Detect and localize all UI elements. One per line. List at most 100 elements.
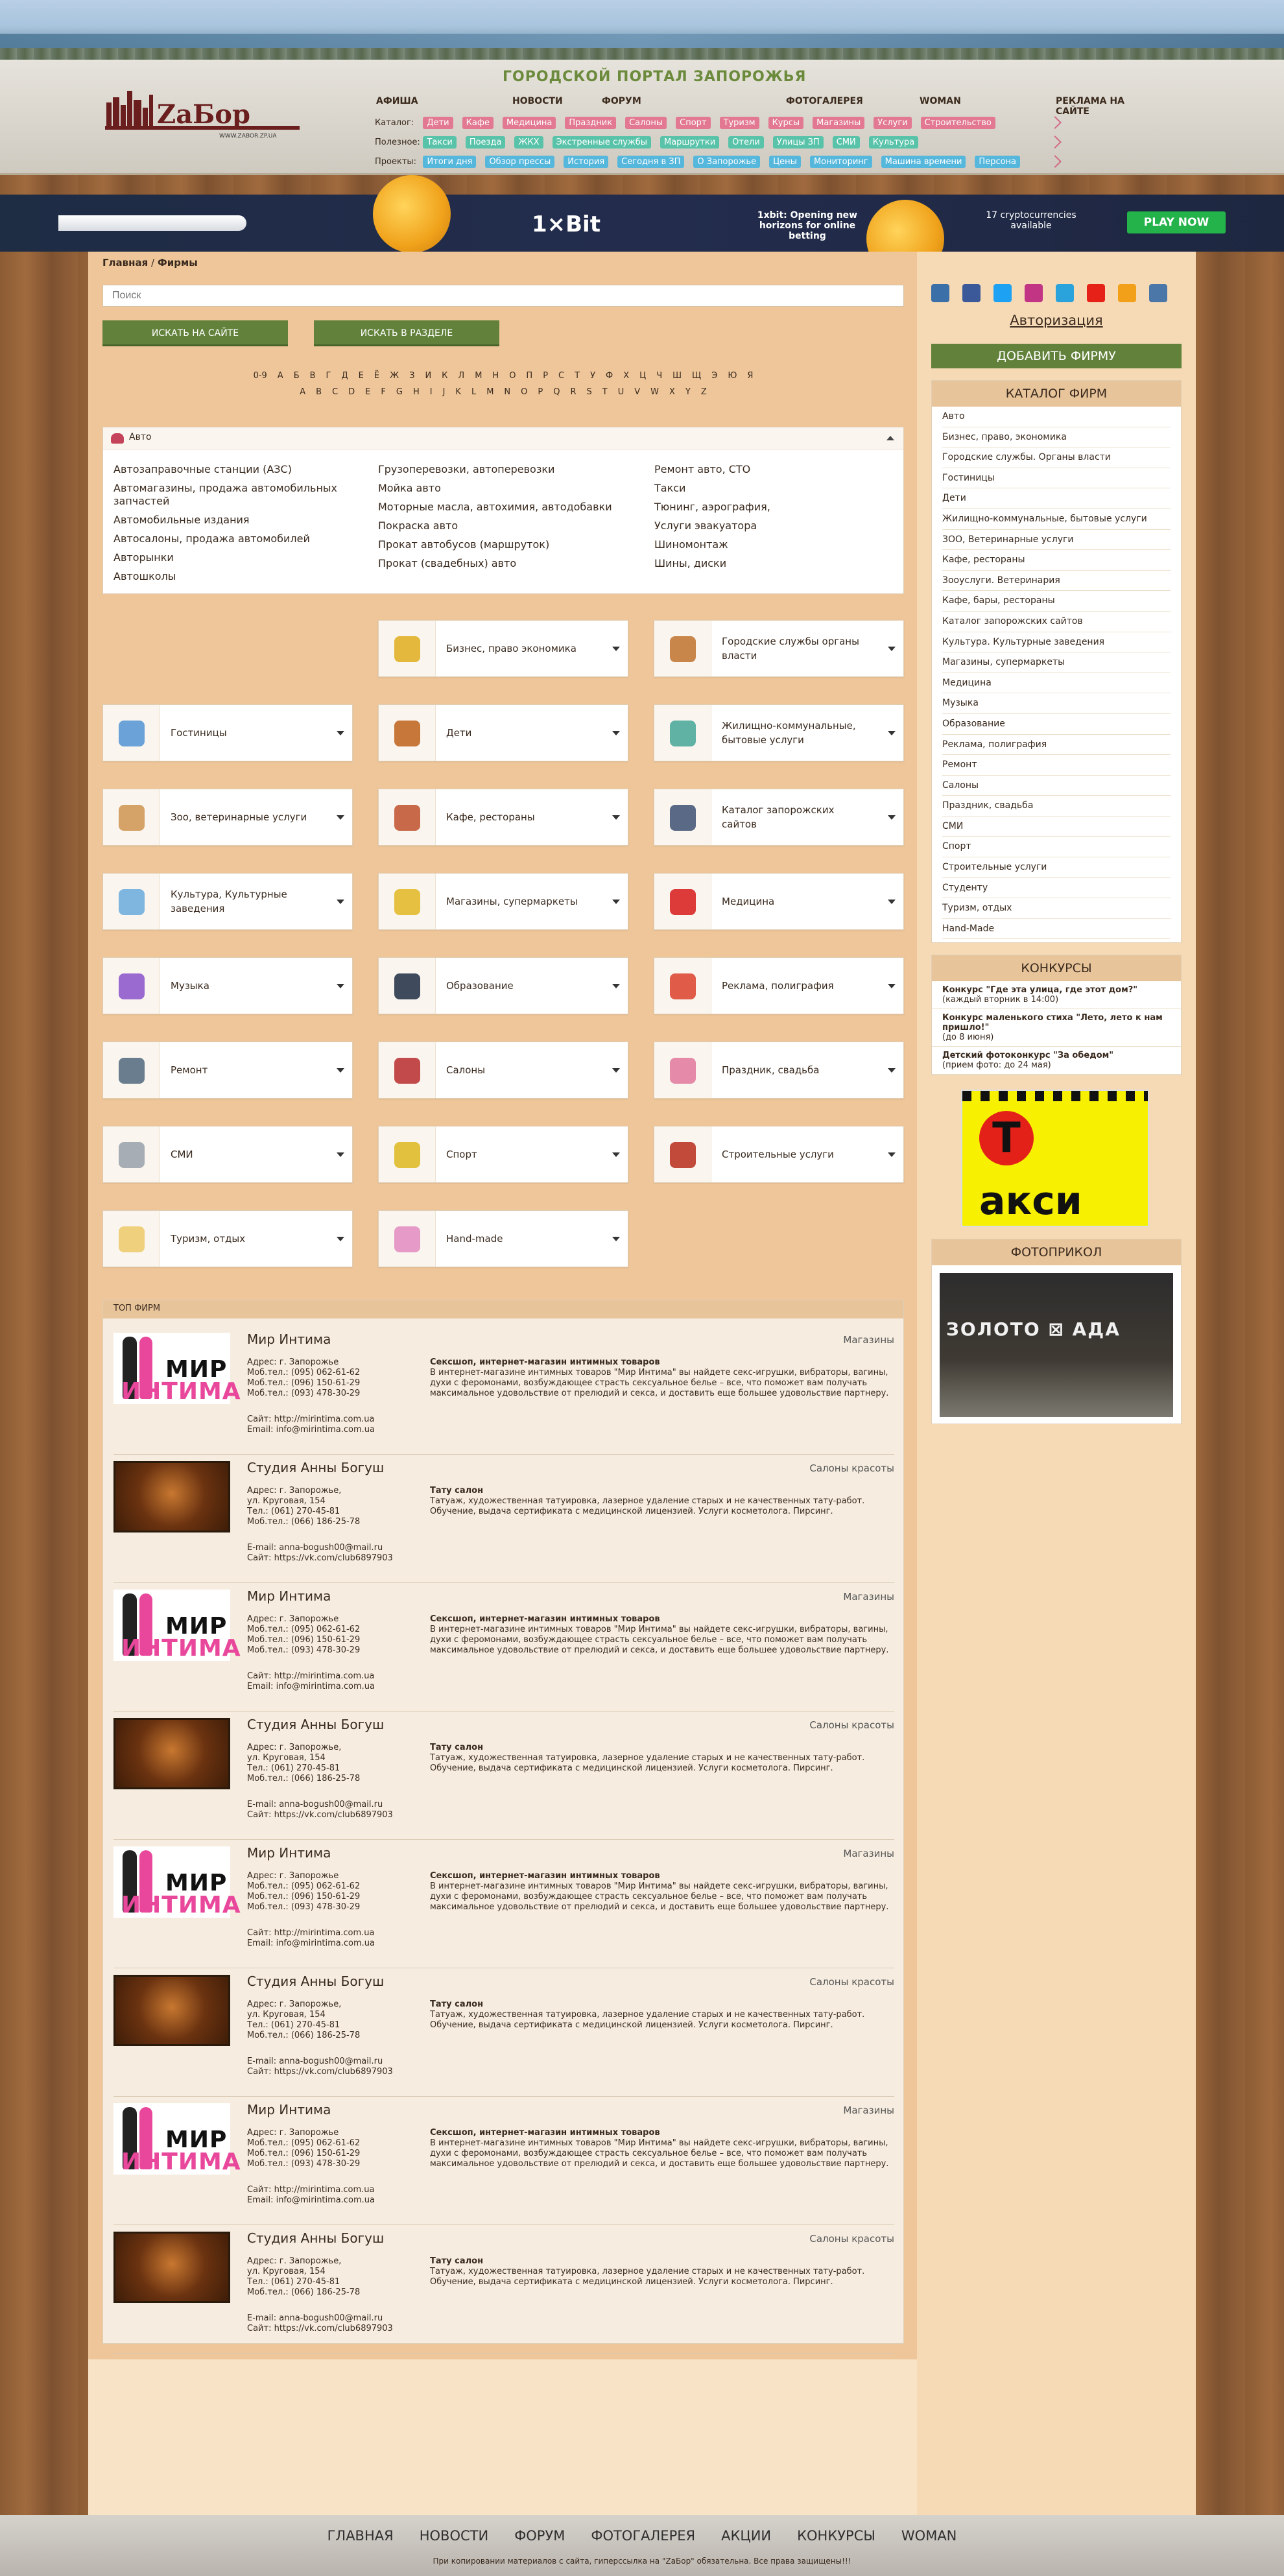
chevron-down-icon[interactable] [337, 815, 344, 820]
search-site-button[interactable]: ИСКАТЬ НА САЙТЕ [102, 320, 288, 346]
tag-link[interactable]: Медицина [502, 117, 556, 129]
tag-link[interactable]: Дети [423, 117, 453, 129]
letter-link[interactable]: И [425, 371, 431, 381]
chevron-up-icon[interactable] [886, 436, 894, 440]
firm-logo[interactable] [113, 1718, 230, 1789]
letter-link[interactable]: С [558, 371, 564, 381]
catalog-item[interactable]: Городские службы. Органы власти [942, 447, 1171, 468]
letter-link[interactable]: K [455, 387, 461, 397]
footer-nav-link[interactable]: WOMAN [901, 2528, 957, 2544]
tag-link[interactable]: Магазины [813, 117, 865, 129]
firm-site-link[interactable]: Сайт: http://mirintima.com.ua [247, 2185, 375, 2195]
category-card[interactable]: Жилищно-коммунальные, бытовые услуги [654, 704, 904, 761]
auto-subcategory-link[interactable]: Прокат автобусов (маршруток) [378, 535, 612, 554]
catalog-item[interactable]: Салоны [942, 776, 1171, 796]
firm-email-link[interactable]: Email: info@mirintima.com.ua [247, 1682, 375, 1692]
letter-link[interactable]: W [650, 387, 659, 397]
ok-icon[interactable] [1118, 284, 1136, 302]
firm-logo[interactable]: МИР ИНТИМА [113, 1333, 241, 1405]
tag-link[interactable]: Машина времени [881, 156, 966, 168]
firm-name[interactable]: Мир Интима [247, 2102, 331, 2117]
footer-nav-link[interactable]: КОНКУРСЫ [797, 2528, 875, 2544]
catalog-item[interactable]: Авто [942, 407, 1171, 427]
catalog-item[interactable]: Культура. Культурные заведения [942, 632, 1171, 653]
category-card[interactable]: Спорт [378, 1126, 628, 1183]
auto-subcategory-link[interactable]: Моторные масла, автохимия, автодобавки [378, 497, 612, 516]
letter-link[interactable]: M [486, 387, 493, 397]
firm-logo[interactable] [113, 1461, 230, 1532]
letter-link[interactable]: C [332, 387, 338, 397]
firm-name[interactable]: Студия Анны Богуш [247, 1460, 384, 1475]
firm-item[interactable]: Студия Анны Богуш Салоны красоты Адрес: г.… [113, 2225, 894, 2354]
tag-link[interactable]: Маршрутки [660, 136, 720, 149]
firm-category[interactable]: Магазины [843, 1334, 894, 1346]
chevron-right-icon[interactable] [1049, 116, 1062, 129]
category-card[interactable]: СМИ [102, 1126, 353, 1183]
auto-subcategory-link[interactable]: Такси [654, 479, 770, 497]
letter-link[interactable]: З [409, 371, 414, 381]
catalog-item[interactable]: Медицина [942, 673, 1171, 694]
firm-category[interactable]: Салоны красоты [809, 1462, 894, 1474]
auto-subcategory-link[interactable]: Автошколы [113, 567, 337, 586]
chevron-down-icon[interactable] [612, 984, 620, 988]
firm-item[interactable]: МИР ИНТИМА Мир Интима Магазины Адрес: г. Зап… [113, 1840, 894, 1968]
firm-category[interactable]: Магазины [843, 1591, 894, 1603]
firm-logo[interactable] [113, 1975, 230, 2046]
catalog-item[interactable]: Бизнес, право, экономика [942, 427, 1171, 448]
firm-logo[interactable]: МИР ИНТИМА [113, 2103, 241, 2175]
firm-logo[interactable] [113, 2232, 230, 2303]
letter-link[interactable]: J [443, 387, 446, 397]
letter-link[interactable]: N [504, 387, 510, 397]
tag-link[interactable]: Персона [975, 156, 1021, 168]
tag-link[interactable]: Цены [769, 156, 801, 168]
tag-link[interactable]: Итоги дня [423, 156, 477, 168]
letter-link[interactable]: Е [359, 371, 364, 381]
tag-link[interactable]: Курсы [768, 117, 804, 129]
catalog-item[interactable]: Праздник, свадьба [942, 796, 1171, 817]
chevron-down-icon[interactable] [612, 1152, 620, 1157]
category-card[interactable]: Музыка [102, 957, 353, 1014]
letter-link[interactable]: Б [294, 371, 300, 381]
firm-logo[interactable]: МИР ИНТИМА [113, 1846, 241, 1918]
firm-site-link[interactable]: E-mail: anna-bogush00@mail.ru [247, 1543, 393, 1553]
auto-subcategory-link[interactable]: Автосалоны, продажа автомобилей [113, 529, 337, 548]
tag-link[interactable]: Поезда [465, 136, 506, 149]
auto-subcategory-link[interactable]: Автомобильные издания [113, 510, 337, 529]
footer-nav-link[interactable]: ФОРУМ [514, 2528, 565, 2544]
letter-link[interactable]: Ю [728, 371, 737, 381]
nav-advertising[interactable]: РЕКЛАМА НА САЙТЕ [1056, 96, 1154, 117]
firm-item[interactable]: Студия Анны Богуш Салоны красоты Адрес: г.… [113, 1968, 894, 2097]
firm-name[interactable]: Студия Анны Богуш [247, 1717, 384, 1732]
odnoklassniki-icon[interactable] [931, 284, 949, 302]
chevron-down-icon[interactable] [888, 647, 896, 651]
letter-link[interactable]: Ц [639, 371, 646, 381]
chevron-down-icon[interactable] [888, 1068, 896, 1073]
firm-category[interactable]: Салоны красоты [809, 1719, 894, 1731]
firm-site-link[interactable]: E-mail: anna-bogush00@mail.ru [247, 2313, 393, 2324]
tag-link[interactable]: Услуги [874, 117, 912, 129]
letter-link[interactable]: Q [553, 387, 560, 397]
chevron-right-icon[interactable] [1049, 136, 1062, 149]
ad-banner[interactable]: 1×Bit 1xbit: Opening new horizons for on… [0, 175, 1284, 278]
catalog-item[interactable]: Дети [942, 488, 1171, 509]
catalog-item[interactable]: Кафе, рестораны [942, 550, 1171, 571]
chevron-right-icon[interactable] [1049, 155, 1062, 168]
firm-item[interactable]: Студия Анны Богуш Салоны красоты Адрес: г.… [113, 1455, 894, 1583]
letter-link[interactable]: B [316, 387, 322, 397]
category-card[interactable]: Дети [378, 704, 628, 761]
letter-link[interactable]: Л [458, 371, 464, 381]
site-logo[interactable]: ZaБор WWW.ZABOR.ZP.UA [105, 86, 300, 141]
chevron-down-icon[interactable] [612, 1068, 620, 1073]
auto-subcategory-link[interactable]: Грузоперевозки, автоперевозки [378, 460, 612, 479]
letter-link[interactable]: Н [492, 371, 499, 381]
contest-title[interactable]: Конкурс маленького стиха "Лето, лето к н… [942, 1013, 1163, 1032]
chevron-down-icon[interactable] [612, 731, 620, 735]
category-card[interactable]: Каталог запорожских сайтов [654, 789, 904, 846]
category-card[interactable]: Реклама, полиграфия [654, 957, 904, 1014]
category-card[interactable]: Hand-made [378, 1210, 628, 1267]
auto-subcategory-link[interactable]: Авторынки [113, 548, 337, 567]
category-card[interactable]: Медицина [654, 873, 904, 930]
catalog-item[interactable]: Кафе, бары, рестораны [942, 591, 1171, 612]
firm-site-link[interactable]: Сайт: http://mirintima.com.ua [247, 1414, 375, 1425]
firm-site-link[interactable]: Сайт: http://mirintima.com.ua [247, 1928, 375, 1938]
